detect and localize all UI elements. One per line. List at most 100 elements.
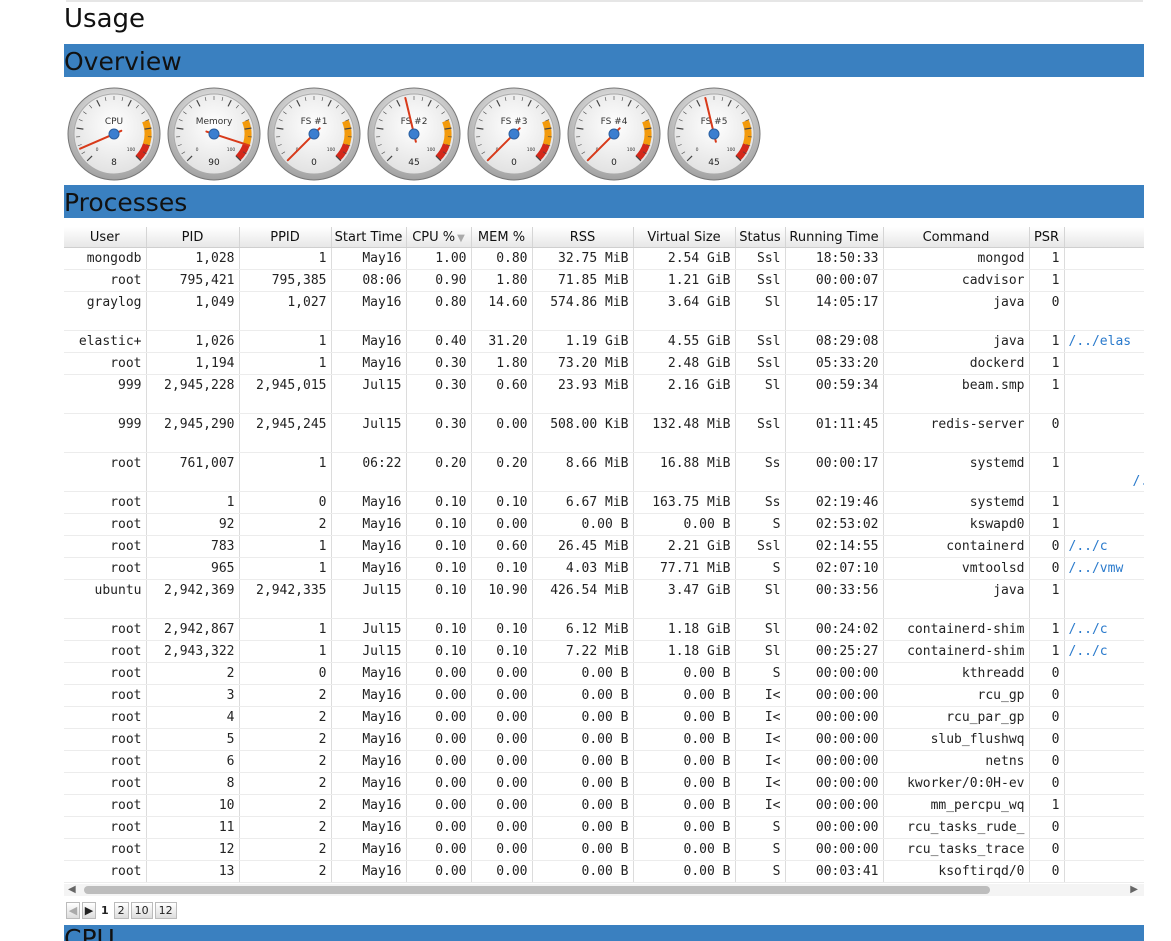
table-row[interactable]: 999 2,945,290 2,945,245 Jul15 0.30 0.00 508.00…	[64, 413, 1144, 453]
cell-cpu-pct: 0.40	[406, 330, 472, 353]
column-header-start-time[interactable]: Start Time	[331, 227, 407, 248]
table-row[interactable]: root 1 0 May16 0.10 0.10 6.67 MiB 163.75 MiB Ss 0…	[64, 491, 1144, 514]
column-header-mem-pct[interactable]: MEM %	[471, 227, 533, 248]
cell-cpu-pct: 0.10	[406, 513, 472, 536]
cell-ppid: 2	[239, 860, 332, 883]
table-row[interactable]: root 2,943,322 1 Jul15 0.10 0.10 7.22 MiB 1.18 …	[64, 640, 1144, 663]
cell-command: mm_percpu_wq	[883, 794, 1030, 817]
table-row[interactable]: root 4 2 May16 0.00 0.00 0.00 B 0.00 B I< 00:00:0…	[64, 706, 1144, 729]
cell-user: root	[64, 750, 147, 773]
cell-start-time: May16	[331, 838, 407, 861]
cell-psr: 0	[1029, 291, 1065, 331]
cell-running-time: 01:11:45	[785, 413, 884, 453]
scroll-left-icon[interactable]: ◀	[68, 884, 76, 896]
table-row[interactable]: root 13 2 May16 0.00 0.00 0.00 B 0.00 B S 00:03:4…	[64, 860, 1144, 883]
table-row[interactable]: root 795,421 795,385 08:06 0.90 1.80 71.85 MiB…	[64, 269, 1144, 292]
cell-user: root	[64, 491, 147, 514]
cell-running-time: 00:00:00	[785, 728, 884, 751]
cell-command: java	[883, 579, 1030, 619]
column-header-command[interactable]: Command	[883, 227, 1030, 248]
cell-psr: 1	[1029, 352, 1065, 375]
table-row[interactable]: root 2,942,867 1 Jul15 0.10 0.10 6.12 MiB 1.18 …	[64, 618, 1144, 641]
column-header-pid[interactable]: PID	[146, 227, 240, 248]
cell-user: root	[64, 794, 147, 817]
cell-cpu-pct: 0.10	[406, 535, 472, 558]
column-header-status[interactable]: Status	[735, 227, 786, 248]
table-row[interactable]: root 92 2 May16 0.10 0.00 0.00 B 0.00 B S 02:53:0…	[64, 513, 1144, 536]
gauge-dial-icon: 0100FS #10	[267, 87, 361, 181]
cell-rss: 0.00 B	[532, 838, 634, 861]
column-header-running-time[interactable]: Running Time	[785, 227, 884, 248]
gauge-label: FS #1	[301, 117, 328, 127]
top-border	[66, 0, 1143, 2]
cell-start-time: May16	[331, 491, 407, 514]
table-row[interactable]: root 1,194 1 May16 0.30 1.80 73.20 MiB 2.48 GiB…	[64, 352, 1144, 375]
cell-status: Sl	[735, 374, 786, 414]
table-row[interactable]: root 5 2 May16 0.00 0.00 0.00 B 0.00 B I< 00:00:0…	[64, 728, 1144, 751]
cell-rss: 0.00 B	[532, 794, 634, 817]
table-row[interactable]: root 8 2 May16 0.00 0.00 0.00 B 0.00 B I< 00:00:0…	[64, 772, 1144, 795]
scroll-right-icon[interactable]: ▶	[1130, 884, 1138, 896]
column-header-cpu-pct[interactable]: CPU % ▼	[406, 227, 472, 248]
cell-cmdline	[1064, 750, 1144, 773]
table-row[interactable]: graylog 1,049 1,027 May16 0.80 14.60 574.86 Mi…	[64, 291, 1144, 331]
cell-rss: 0.00 B	[532, 860, 634, 883]
table-row[interactable]: root 11 2 May16 0.00 0.00 0.00 B 0.00 B S 00:00:0…	[64, 816, 1144, 839]
table-row[interactable]: root 6 2 May16 0.00 0.00 0.00 B 0.00 B I< 00:00:0…	[64, 750, 1144, 773]
cell-ppid: 2,945,015	[239, 374, 332, 414]
table-row[interactable]: ubuntu 2,942,369 2,942,335 Jul15 0.10 10.90 42…	[64, 579, 1144, 619]
cell-ppid: 1	[239, 452, 332, 492]
cell-cmdline: /../c	[1064, 640, 1144, 663]
cell-mem-pct: 0.20	[471, 452, 533, 492]
column-header-cmdline[interactable]	[1064, 227, 1144, 248]
table-row[interactable]: root 761,007 1 06:22 0.20 0.20 8.66 MiB 16.88 M…	[64, 452, 1144, 492]
table-row[interactable]: elastic+ 1,026 1 May16 0.40 31.20 1.19 GiB 4.55…	[64, 330, 1144, 353]
svg-text:0: 0	[696, 147, 699, 153]
table-row[interactable]: root 12 2 May16 0.00 0.00 0.00 B 0.00 B S 00:00:0…	[64, 838, 1144, 861]
table-row[interactable]: root 783 1 May16 0.10 0.60 26.45 MiB 2.21 GiB Ss…	[64, 535, 1144, 558]
column-header-ppid[interactable]: PPID	[239, 227, 332, 248]
cell-status: S	[735, 662, 786, 685]
page-button-1[interactable]: 1	[98, 903, 112, 918]
page-button-10[interactable]: 10	[130, 901, 153, 919]
horizontal-scrollbar[interactable]: ◀ ▶	[64, 884, 1144, 896]
cell-cmdline: 2f	[1064, 579, 1144, 619]
cell-status: Sl	[735, 640, 786, 663]
cell-ppid: 1	[239, 535, 332, 558]
cell-command: redis-server	[883, 413, 1030, 453]
cell-running-time: 00:00:00	[785, 750, 884, 773]
cell-command: containerd-shim	[883, 618, 1030, 641]
column-header-rss[interactable]: RSS	[532, 227, 634, 248]
svg-text:100: 100	[727, 147, 736, 153]
prev-arrow-icon[interactable]: ◀	[66, 901, 80, 919]
gauge-value: 0	[311, 158, 317, 168]
table-row[interactable]: 999 2,945,228 2,945,015 Jul15 0.30 0.60 23.93 …	[64, 374, 1144, 414]
table-row[interactable]: root 965 1 May16 0.10 0.10 4.03 MiB 77.71 MiB S 0…	[64, 557, 1144, 580]
cell-start-time: May16	[331, 860, 407, 883]
scrollbar-thumb[interactable]	[84, 886, 990, 894]
cell-user: root	[64, 535, 147, 558]
cell-virtual-size: 4.55 GiB	[633, 330, 736, 353]
gauge-cpu: 0 100 CPU 8	[66, 86, 162, 182]
page-button-12[interactable]: 12	[154, 901, 177, 919]
cell-ppid: 1	[239, 557, 332, 580]
cell-mem-pct: 0.10	[471, 640, 533, 663]
table-row[interactable]: root 2 0 May16 0.00 0.00 0.00 B 0.00 B S 00:00:00…	[64, 662, 1144, 685]
table-row[interactable]: mongodb 1,028 1 May16 1.00 0.80 32.75 MiB 2.54 …	[64, 247, 1144, 270]
cell-mem-pct: 0.60	[471, 535, 533, 558]
cell-cpu-pct: 0.20	[406, 452, 472, 492]
cell-rss: 71.85 MiB	[532, 269, 634, 292]
column-header-virtual-size[interactable]: Virtual Size	[633, 227, 736, 248]
gauge-fs-3: 0100FS #30	[466, 86, 562, 182]
cell-psr: 0	[1029, 662, 1065, 685]
column-header-user[interactable]: User	[64, 227, 147, 248]
table-row[interactable]: root 10 2 May16 0.00 0.00 0.00 B 0.00 B I< 00:00:…	[64, 794, 1144, 817]
cell-command: ksoftirqd/0	[883, 860, 1030, 883]
cell-mem-pct: 0.00	[471, 860, 533, 883]
page-button-2[interactable]: 2	[113, 901, 129, 919]
column-header-psr[interactable]: PSR	[1029, 227, 1065, 248]
cell-virtual-size: 132.48 MiB	[633, 413, 736, 453]
next-arrow-icon[interactable]: ▶	[82, 901, 96, 919]
table-row[interactable]: root 3 2 May16 0.00 0.00 0.00 B 0.00 B I< 00:00:0…	[64, 684, 1144, 707]
cell-start-time: 06:22	[331, 452, 407, 492]
